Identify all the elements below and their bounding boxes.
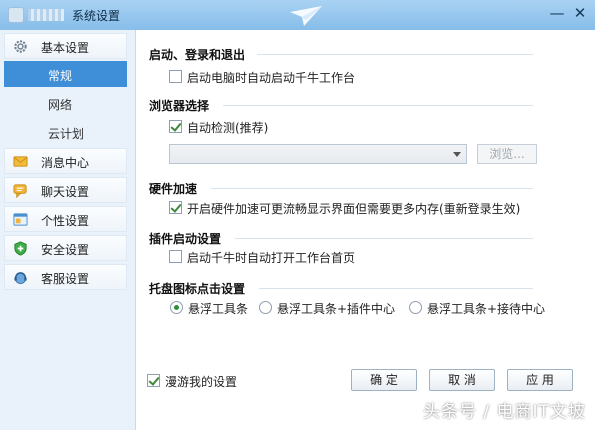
chat-bubble-icon <box>13 184 27 198</box>
section-title-tray: 托盘图标点击设置 <box>149 282 246 296</box>
section-title-startup: 启动、登录和退出 <box>149 48 246 62</box>
close-icon[interactable]: ✕ <box>571 4 589 22</box>
sidebar-item-basic-settings[interactable]: 基本设置 <box>4 33 127 59</box>
envelope-icon <box>13 156 28 167</box>
radio-button[interactable] <box>259 301 272 314</box>
section-title-browser: 浏览器选择 <box>149 99 210 113</box>
section-divider <box>235 238 533 239</box>
sidebar-subitem-label: 常规 <box>48 69 73 83</box>
sidebar-item-message-center[interactable]: 消息中心 <box>4 148 127 174</box>
dialog-footer: 漫游我的设置 确 定 取 消 应 用 头条号 / 电商IT文坡 <box>137 362 595 430</box>
hardware-acceleration-checkbox[interactable] <box>169 201 182 214</box>
sidebar-item-label: 消息中心 <box>41 156 90 170</box>
section-title-hardware: 硬件加速 <box>149 182 198 196</box>
radio-label: 悬浮工具条+接待中心 <box>427 302 546 316</box>
sidebar-subitem-cloud-plan[interactable]: 云计划 <box>4 119 127 145</box>
sidebar-item-chat-settings[interactable]: 聊天设置 <box>4 177 127 203</box>
sidebar-item-label: 安全设置 <box>41 243 90 257</box>
ok-button[interactable]: 确 定 <box>351 369 417 391</box>
section-divider <box>259 288 533 289</box>
radio-label: 悬浮工具条+插件中心 <box>277 302 396 316</box>
browse-button[interactable]: 浏览... <box>477 144 537 164</box>
sidebar-item-security-settings[interactable]: 安全设置 <box>4 235 127 261</box>
section-divider <box>257 54 533 55</box>
blurred-account-name <box>28 9 64 21</box>
option-label: 启动电脑时自动启动千牛工作台 <box>187 71 356 85</box>
headset-icon <box>14 272 27 285</box>
minimize-icon[interactable]: — <box>548 4 566 22</box>
window-title: 系统设置 <box>72 9 121 23</box>
sidebar-subitem-general[interactable]: 常规 <box>4 61 127 87</box>
sidebar: 基本设置 常规 网络 云计划 消息中心 聊天设置 个性设置 安全设置 客服设置 <box>0 30 136 430</box>
sidebar-item-label: 基本设置 <box>41 41 90 55</box>
option-label: 启动千牛时自动打开工作台首页 <box>187 251 356 265</box>
sidebar-item-label: 聊天设置 <box>41 185 90 199</box>
title-bar: 系统设置 — ✕ <box>0 0 595 30</box>
auto-detect-checkbox[interactable] <box>169 120 182 133</box>
cancel-button[interactable]: 取 消 <box>429 369 495 391</box>
sidebar-item-label: 客服设置 <box>41 272 90 286</box>
sidebar-item-personalization[interactable]: 个性设置 <box>4 206 127 232</box>
browser-select[interactable] <box>169 144 467 164</box>
option-label: 漫游我的设置 <box>165 375 238 389</box>
sidebar-subitem-label: 网络 <box>48 98 73 112</box>
sidebar-subitem-label: 云计划 <box>48 127 85 141</box>
open-workbench-checkbox[interactable] <box>169 250 182 263</box>
settings-window: 系统设置 — ✕ 基本设置 常规 网络 云计划 消息中心 聊天设置 个性设置 安… <box>0 0 595 430</box>
section-title-plugin: 插件启动设置 <box>149 232 222 246</box>
apply-button[interactable]: 应 用 <box>507 369 573 391</box>
radio-button[interactable] <box>409 301 422 314</box>
section-divider <box>211 188 533 189</box>
window-icon <box>13 213 28 226</box>
app-icon <box>8 7 24 23</box>
paper-plane-icon <box>290 6 322 26</box>
chevron-down-icon <box>453 152 461 157</box>
sidebar-item-service-settings[interactable]: 客服设置 <box>4 264 127 290</box>
radio-button[interactable] <box>170 301 183 314</box>
watermark-text: 头条号 / 电商IT文坡 <box>423 402 586 422</box>
roam-settings-checkbox[interactable] <box>147 374 160 387</box>
gear-icon <box>14 40 27 53</box>
section-divider <box>223 105 533 106</box>
radio-label: 悬浮工具条 <box>188 302 249 316</box>
sidebar-item-label: 个性设置 <box>41 214 90 228</box>
shield-icon <box>14 241 27 256</box>
option-label: 自动检测(推荐) <box>187 121 269 135</box>
option-label: 开启硬件加速可更流畅显示界面但需要更多内存(重新登录生效) <box>187 202 521 216</box>
auto-start-checkbox[interactable] <box>169 70 182 83</box>
sidebar-subitem-network[interactable]: 网络 <box>4 90 127 116</box>
